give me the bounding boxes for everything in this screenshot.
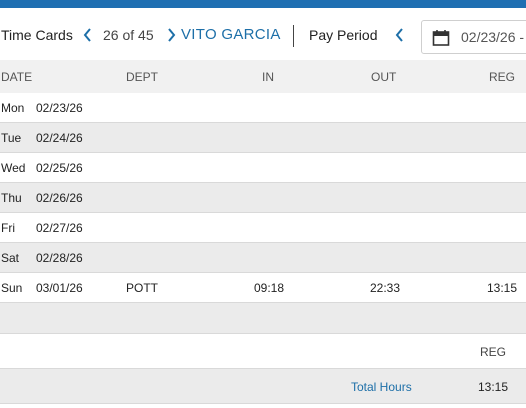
grid-header-row: DATE DEPT IN OUT REG: [0, 60, 526, 93]
next-employee-button[interactable]: [164, 26, 178, 44]
row-date: 03/01/26: [36, 281, 83, 295]
table-row[interactable]: Tue 02/24/26: [0, 123, 526, 153]
row-date: 02/23/26: [36, 101, 83, 115]
table-row[interactable]: Wed 02/25/26: [0, 153, 526, 183]
page-title: Time Cards: [1, 27, 73, 43]
row-day: Thu: [1, 191, 22, 205]
total-hours-label: Total Hours: [351, 380, 412, 394]
row-reg: 13:15: [487, 281, 518, 295]
employee-name-link[interactable]: VITO GARCIA: [181, 27, 281, 43]
row-day: Tue: [1, 131, 22, 145]
employee-counter: 26 of 45: [103, 27, 154, 43]
row-dept: POTT: [126, 281, 158, 295]
pay-period-label: Pay Period: [309, 27, 378, 43]
summary-column-reg: REG: [480, 345, 507, 359]
row-day: Wed: [1, 161, 26, 175]
header-divider: [293, 25, 294, 47]
table-row[interactable]: Fri 02/27/26: [0, 213, 526, 243]
row-day: Mon: [1, 101, 25, 115]
chevron-left-icon: [83, 28, 91, 42]
chevron-left-icon: [395, 28, 403, 42]
row-date: 02/25/26: [36, 161, 83, 175]
summary-header-row: REG: [0, 334, 526, 369]
column-header-in[interactable]: IN: [262, 70, 274, 84]
row-day: Fri: [1, 221, 15, 235]
row-date: 02/26/26: [36, 191, 83, 205]
row-in: 09:18: [254, 281, 285, 295]
chevron-right-icon: [168, 28, 176, 42]
table-row[interactable]: Sun 03/01/26 POTT 09:18 22:33 13:15: [0, 273, 526, 303]
total-hours-row: Total Hours 13:15: [0, 369, 526, 404]
column-header-reg[interactable]: REG: [489, 70, 515, 84]
previous-pay-period-button[interactable]: [393, 26, 407, 44]
column-header-dept[interactable]: DEPT: [126, 70, 158, 84]
row-out: 22:33: [370, 281, 401, 295]
table-row[interactable]: Mon 02/23/26: [0, 93, 526, 123]
column-header-out[interactable]: OUT: [371, 70, 396, 84]
table-row[interactable]: Thu 02/26/26: [0, 183, 526, 213]
row-day: Sat: [1, 251, 20, 265]
previous-employee-button[interactable]: [81, 26, 95, 44]
row-date: 02/28/26: [36, 251, 83, 265]
timecard-header: Time Cards 26 of 45 VITO GARCIA Pay Peri…: [0, 8, 526, 60]
calendar-icon: [432, 30, 450, 46]
timecard-grid: DATE DEPT IN OUT REG Mon 02/23/26 Tue 02…: [0, 60, 526, 334]
total-hours-value: 13:15: [478, 380, 509, 394]
table-row[interactable]: Sat 02/28/26: [0, 243, 526, 273]
row-date: 02/24/26: [36, 131, 83, 145]
pay-period-date-picker[interactable]: 02/23/26 -: [421, 20, 526, 54]
pay-period-date-value: 02/23/26 -: [461, 29, 525, 45]
top-accent-bar: [0, 0, 526, 8]
row-day: Sun: [1, 281, 23, 295]
row-date: 02/27/26: [36, 221, 83, 235]
table-row-empty: [0, 303, 526, 334]
column-header-date[interactable]: DATE: [1, 70, 32, 84]
